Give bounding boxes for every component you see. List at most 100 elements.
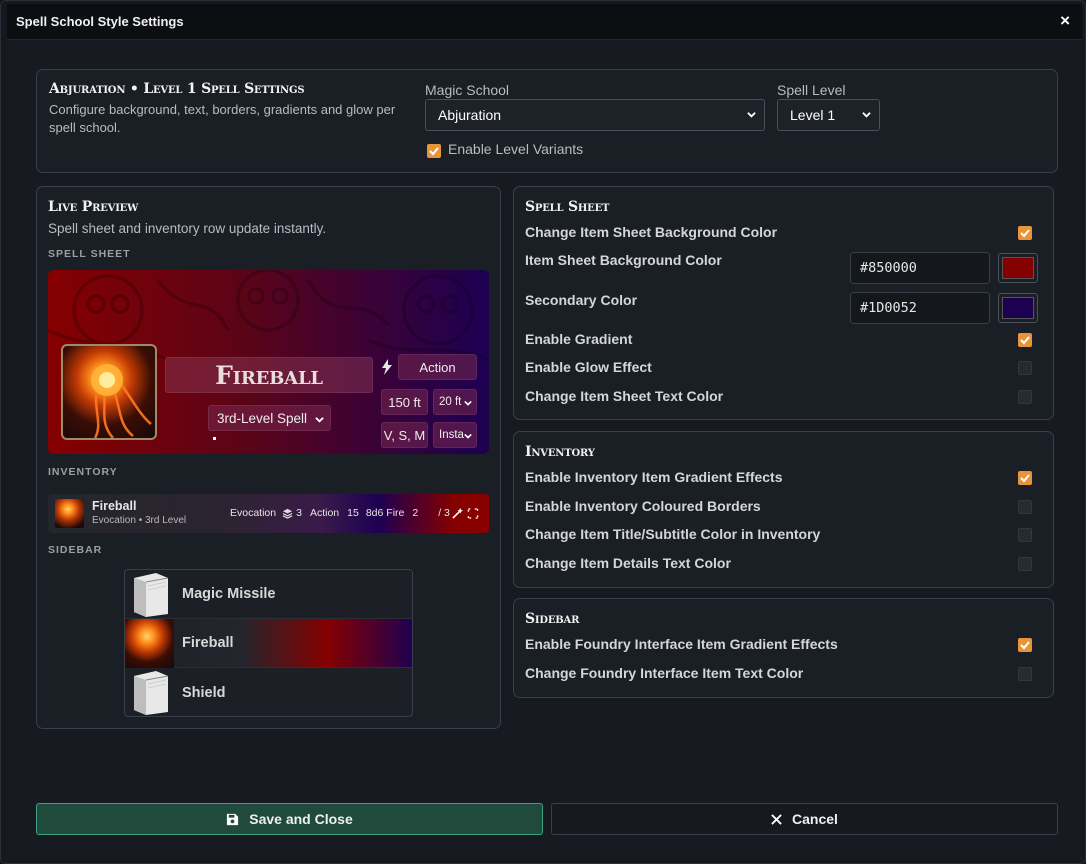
lightning-icon — [382, 359, 392, 375]
close-icon[interactable]: × — [1060, 12, 1070, 29]
inventory-range: 15 — [347, 507, 359, 519]
chevron-down-icon — [464, 433, 472, 439]
panel-title: Abjuration • Level 1 Spell Settings — [49, 81, 305, 97]
spell-sheet-preview: Fireball 3rd-Level Spell Action 150 ft 2… — [48, 270, 489, 454]
chevron-down-icon — [862, 112, 871, 118]
spell-level-value: Level 1 — [790, 107, 836, 123]
sidebar-item-magic-missile[interactable]: Magic Missile — [125, 570, 412, 619]
sidebar-settings-panel: Sidebar Enable Foundry Interface Item Gr… — [513, 598, 1054, 698]
inventory-title: Inventory — [525, 444, 595, 460]
chevron-down-icon — [464, 400, 472, 406]
range-value: 150 ft — [388, 394, 421, 410]
inventory-item-icon — [55, 499, 84, 528]
inventory-settings-panel: Inventory Enable Inventory Item Gradient… — [513, 431, 1054, 588]
setting-label: Enable Gradient — [525, 331, 633, 347]
inventory-max-uses: / 3 — [438, 507, 450, 519]
inventory-activation: Action — [309, 507, 340, 519]
dialog-body: Abjuration • Level 1 Spell Settings Conf… — [7, 41, 1082, 860]
setting-label: Change Item Title/Subtitle Color in Inve… — [525, 526, 821, 542]
spell-name: Fireball — [215, 360, 323, 390]
sidebar-item-fireball[interactable]: Fireball — [125, 619, 412, 668]
spell-level-label: Spell Level — [777, 82, 846, 98]
book-icon — [134, 573, 169, 617]
save-button[interactable]: Save and Close — [36, 803, 543, 835]
inventory-details-color-checkbox[interactable] — [1018, 557, 1032, 571]
sidebar-gradient-checkbox[interactable] — [1018, 638, 1032, 652]
spell-level-dropdown-value: 3rd-Level Spell — [217, 410, 308, 426]
bg-color-hex-input[interactable]: #850000 — [850, 252, 990, 284]
sidebar-item-shield[interactable]: Shield — [125, 668, 412, 716]
change-bg-color-checkbox[interactable] — [1018, 226, 1032, 240]
enable-glow-checkbox[interactable] — [1018, 361, 1032, 375]
cancel-label: Cancel — [792, 811, 838, 827]
preview-title: Live Preview — [48, 199, 139, 215]
spell-sheet-settings-panel: Spell Sheet Change Item Sheet Background… — [513, 186, 1054, 420]
sidebar-heading: SIDEBAR — [48, 544, 103, 556]
change-text-color-checkbox[interactable] — [1018, 390, 1032, 404]
fireball-icon — [125, 619, 174, 668]
setting-label: Enable Glow Effect — [525, 359, 652, 375]
inventory-damage: 8d6 Fire — [365, 507, 405, 519]
activation-field[interactable]: Action — [398, 354, 477, 380]
window-title: Spell School Style Settings — [16, 14, 184, 29]
fireball-flame-icon — [91, 364, 152, 438]
components-field[interactable]: V, S, M — [381, 422, 428, 448]
setting-label: Secondary Color — [525, 292, 638, 308]
title-bar[interactable]: Spell School Style Settings × — [7, 4, 1082, 40]
sidebar-preview: Magic Missile Fireball Shield — [124, 569, 413, 717]
inventory-item-details: Evocation 3 Action 15 8d6 Fire 2 / 3 — [230, 507, 450, 519]
sidebar-item-label: Magic Missile — [182, 586, 276, 602]
inventory-heading: INVENTORY — [48, 466, 118, 478]
expand-icon[interactable] — [467, 508, 479, 519]
area-value: 20 ft — [439, 396, 462, 408]
sidebar-text-color-checkbox[interactable] — [1018, 667, 1032, 681]
secondary-color-hex-input[interactable]: #1D0052 — [850, 292, 990, 324]
inventory-borders-checkbox[interactable] — [1018, 500, 1032, 514]
sidebar-item-label: Fireball — [182, 635, 234, 651]
spell-name-field[interactable]: Fireball — [165, 357, 373, 393]
cursor-dot — [213, 437, 216, 440]
setting-label: Enable Inventory Item Gradient Effects — [525, 469, 783, 485]
magic-school-label: Magic School — [425, 82, 510, 98]
spell-sheet-title: Spell Sheet — [525, 199, 610, 215]
spell-icon[interactable] — [61, 344, 157, 440]
wand-icon[interactable] — [452, 508, 463, 519]
inventory-row-preview[interactable]: Fireball Evocation • 3rd Level Evocation… — [48, 494, 489, 533]
components-value: V, S, M — [383, 427, 426, 443]
setting-label: Change Item Sheet Text Color — [525, 388, 724, 404]
range-field[interactable]: 150 ft — [381, 389, 428, 415]
magic-school-select[interactable]: Abjuration — [425, 99, 765, 131]
inventory-uses: 2 — [412, 507, 419, 519]
inventory-school: Evocation — [230, 507, 277, 519]
save-label: Save and Close — [249, 811, 353, 827]
duration-value: Insta — [439, 429, 464, 441]
bg-color-swatch[interactable] — [998, 253, 1038, 283]
spell-level-dropdown[interactable]: 3rd-Level Spell — [208, 405, 331, 431]
level-variants-checkbox[interactable] — [427, 144, 441, 158]
area-select[interactable]: 20 ft — [433, 389, 477, 415]
inventory-item-name: Fireball — [92, 499, 137, 513]
setting-label: Change Item Details Text Color — [525, 555, 731, 571]
magic-school-value: Abjuration — [438, 107, 502, 123]
save-icon — [227, 813, 239, 825]
school-settings-panel: Abjuration • Level 1 Spell Settings Conf… — [36, 69, 1058, 173]
duration-select[interactable]: Insta — [433, 422, 477, 448]
cancel-button[interactable]: Cancel — [551, 803, 1058, 835]
book-icon — [134, 671, 169, 715]
setting-label: Item Sheet Background Color — [525, 252, 722, 268]
spell-level-select[interactable]: Level 1 — [777, 99, 880, 131]
inventory-title-color-checkbox[interactable] — [1018, 528, 1032, 542]
bg-color-hex-value: #850000 — [860, 260, 917, 276]
layers-icon — [282, 508, 293, 519]
secondary-color-swatch[interactable] — [998, 293, 1038, 323]
close-icon — [771, 813, 782, 825]
live-preview-panel: Live Preview Spell sheet and inventory r… — [36, 186, 501, 729]
enable-gradient-checkbox[interactable] — [1018, 333, 1032, 347]
chevron-down-icon — [315, 417, 324, 423]
secondary-color-hex-value: #1D0052 — [860, 300, 917, 316]
setting-label: Enable Foundry Interface Item Gradient E… — [525, 636, 838, 652]
setting-label: Enable Inventory Coloured Borders — [525, 498, 761, 514]
inventory-gradient-checkbox[interactable] — [1018, 471, 1032, 485]
sidebar-title: Sidebar — [525, 611, 580, 627]
chevron-down-icon — [747, 112, 756, 118]
